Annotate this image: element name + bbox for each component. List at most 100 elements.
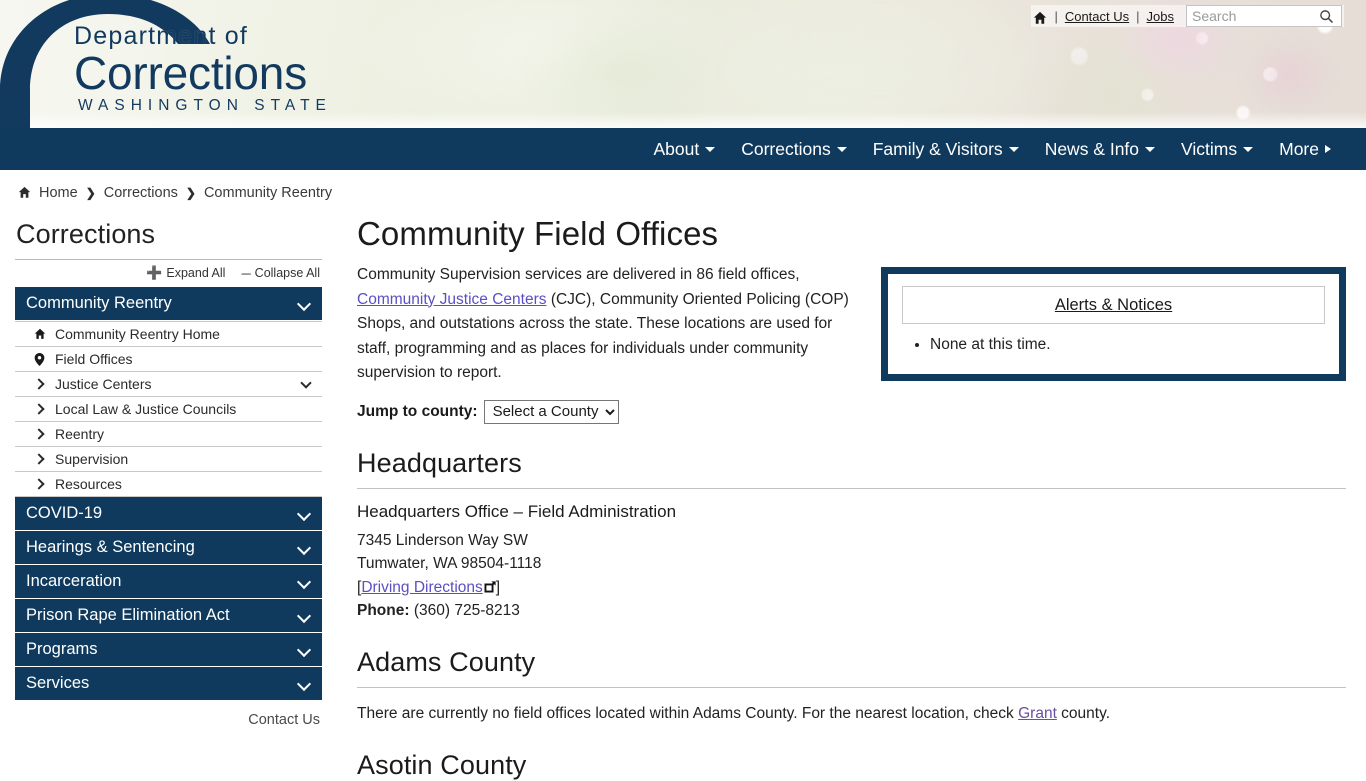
- breadcrumb-separator: ❯: [85, 185, 96, 200]
- jobs-link[interactable]: Jobs: [1147, 9, 1174, 24]
- sidebar-section-label: Prison Rape Elimination Act: [26, 606, 230, 624]
- alerts-notices-title-link[interactable]: Alerts & Notices: [1055, 296, 1172, 315]
- chevron-down-icon: [836, 146, 847, 152]
- utility-separator-1: |: [1054, 8, 1058, 24]
- chevron-right-icon: [33, 404, 46, 414]
- page-body: Corrections ➕ Expand All ─ Collapse All …: [0, 201, 1366, 781]
- chevron-down-icon: [298, 508, 310, 520]
- alerts-list: None at this time.: [902, 334, 1325, 356]
- sidebar-expand-controls: ➕ Expand All ─ Collapse All: [15, 260, 322, 287]
- sidebar-section-services[interactable]: Services: [15, 667, 322, 701]
- headquarters-heading: Headquarters: [357, 447, 522, 478]
- utility-separator-2: |: [1136, 8, 1140, 24]
- phone-label: Phone:: [357, 602, 410, 619]
- community-justice-centers-link[interactable]: Community Justice Centers: [357, 291, 547, 308]
- logo-wordmark: Department of Corrections WASHINGTON STA…: [74, 24, 332, 114]
- intro-paragraph: Community Supervision services are deliv…: [357, 263, 857, 386]
- main-content: Community Field Offices Community Superv…: [337, 201, 1366, 781]
- home-icon[interactable]: [1033, 11, 1047, 25]
- driving-directions-link[interactable]: Driving Directions: [361, 579, 482, 596]
- nav-item-about[interactable]: About: [640, 139, 728, 160]
- sidebar-section-label: Community Reentry: [26, 294, 172, 312]
- chevron-down-icon: [298, 610, 310, 622]
- logo-line-department: Department of: [74, 22, 249, 50]
- sidebar: Corrections ➕ Expand All ─ Collapse All …: [0, 201, 337, 781]
- sidebar-subitems: Community Reentry Home Field Offices Jus…: [15, 321, 322, 497]
- search-input[interactable]: [1187, 6, 1313, 26]
- chevron-down-icon: [705, 146, 716, 152]
- sidebar-section-covid-19[interactable]: COVID-19: [15, 497, 322, 531]
- chevron-down-icon: [298, 678, 310, 690]
- chevron-down-icon: [298, 298, 310, 310]
- contact-us-link[interactable]: Contact Us: [1065, 9, 1129, 24]
- sidebar-item-field-offices[interactable]: Field Offices: [15, 347, 322, 372]
- logo-line-state: WASHINGTON STATE: [78, 97, 332, 114]
- sidebar-contact-us-link[interactable]: Contact Us: [15, 701, 322, 728]
- breadcrumb-item-community-reentry[interactable]: Community Reentry: [204, 185, 332, 201]
- nav-item-family-visitors[interactable]: Family & Visitors: [860, 139, 1032, 160]
- sidebar-item-local-law-justice-councils[interactable]: Local Law & Justice Councils: [15, 397, 322, 422]
- breadcrumb-item-home[interactable]: Home: [39, 185, 78, 201]
- chevron-right-icon: [33, 379, 46, 389]
- chevron-down-icon: [1145, 146, 1156, 152]
- county-select[interactable]: Select a CountyAdamsAsotinBentonChelanCl…: [483, 399, 619, 424]
- breadcrumb-item-corrections[interactable]: Corrections: [104, 185, 178, 201]
- chevron-down-icon[interactable]: [302, 379, 312, 389]
- sidebar-section-header-community-reentry[interactable]: Community Reentry: [15, 287, 322, 321]
- collapse-all-label: Collapse All: [254, 266, 320, 280]
- headquarters-office-name: Headquarters Office – Field Administrati…: [357, 501, 677, 521]
- sidebar-section-prison-rape-elimination-act[interactable]: Prison Rape Elimination Act: [15, 599, 322, 633]
- chevron-down-icon: [298, 542, 310, 554]
- section-divider: [357, 686, 1346, 688]
- expand-all-button[interactable]: ➕ Expand All: [146, 265, 225, 281]
- sidebar-section-incarceration[interactable]: Incarceration: [15, 565, 322, 599]
- county-heading-asotin: Asotin County: [357, 749, 527, 780]
- bracket-close: ]: [495, 578, 501, 596]
- sidebar-item-supervision[interactable]: Supervision: [15, 447, 322, 472]
- sidebar-item-reentry[interactable]: Reentry: [15, 422, 322, 447]
- site-logo[interactable]: Department of Corrections WASHINGTON STA…: [0, 0, 340, 128]
- nav-item-corrections[interactable]: Corrections: [728, 139, 859, 160]
- sidebar-item-community-reentry-home[interactable]: Community Reentry Home: [15, 322, 322, 347]
- intro-text-1: Community Supervision services are deliv…: [357, 266, 800, 283]
- nav-label: About: [653, 138, 700, 159]
- sidebar-section-label: Hearings & Sentencing: [26, 538, 195, 556]
- search-box[interactable]: [1186, 5, 1342, 27]
- search-button[interactable]: [1313, 6, 1339, 26]
- home-icon: [33, 328, 46, 340]
- grant-county-link[interactable]: Grant: [1018, 705, 1057, 722]
- sidebar-section-label: COVID-19: [26, 504, 103, 522]
- nav-label: Family & Visitors: [872, 138, 1003, 159]
- map-pin-icon: [33, 352, 46, 366]
- home-icon[interactable]: [18, 184, 31, 201]
- collapse-all-button[interactable]: ─ Collapse All: [241, 265, 320, 281]
- county-heading-adams: Adams County: [357, 646, 536, 677]
- sidebar-section-community-reentry: Community Reentry Community Reentry Home…: [15, 287, 322, 497]
- main-navigation: About Corrections Family & Visitors News…: [0, 128, 1366, 170]
- sidebar-item-resources[interactable]: Resources: [15, 472, 322, 497]
- expand-all-label: Expand All: [166, 266, 226, 280]
- sidebar-title: Corrections: [16, 219, 156, 249]
- intro-row: Community Supervision services are deliv…: [357, 263, 1346, 424]
- sidebar-item-label: Field Offices: [55, 351, 133, 367]
- sidebar-item-justice-centers[interactable]: Justice Centers: [15, 372, 322, 397]
- nav-item-more[interactable]: More: [1266, 139, 1344, 160]
- page-title: Community Field Offices: [357, 215, 719, 252]
- nav-item-news-info[interactable]: News & Info: [1032, 139, 1168, 160]
- chevron-down-icon: [298, 644, 310, 656]
- chevron-down-icon: [1243, 146, 1254, 152]
- chevron-right-icon: [33, 479, 46, 489]
- nav-label: Corrections: [741, 138, 831, 159]
- county-text-2: county.: [1056, 704, 1111, 722]
- chevron-right-icon: [33, 429, 46, 439]
- breadcrumb-separator: ❯: [185, 185, 196, 200]
- sidebar-section-hearings-sentencing[interactable]: Hearings & Sentencing: [15, 531, 322, 565]
- nav-item-victims[interactable]: Victims: [1168, 139, 1266, 160]
- sidebar-item-label: Resources: [55, 476, 122, 492]
- sidebar-section-programs[interactable]: Programs: [15, 633, 322, 667]
- jump-to-county-label: Jump to county:: [357, 402, 478, 420]
- jump-to-county-row: Jump to county: Select a CountyAdamsAsot…: [357, 399, 857, 424]
- breadcrumb: Home ❯ Corrections ❯ Community Reentry: [0, 170, 1366, 201]
- intro-column: Community Supervision services are deliv…: [357, 263, 857, 424]
- chevron-right-icon: [33, 454, 46, 464]
